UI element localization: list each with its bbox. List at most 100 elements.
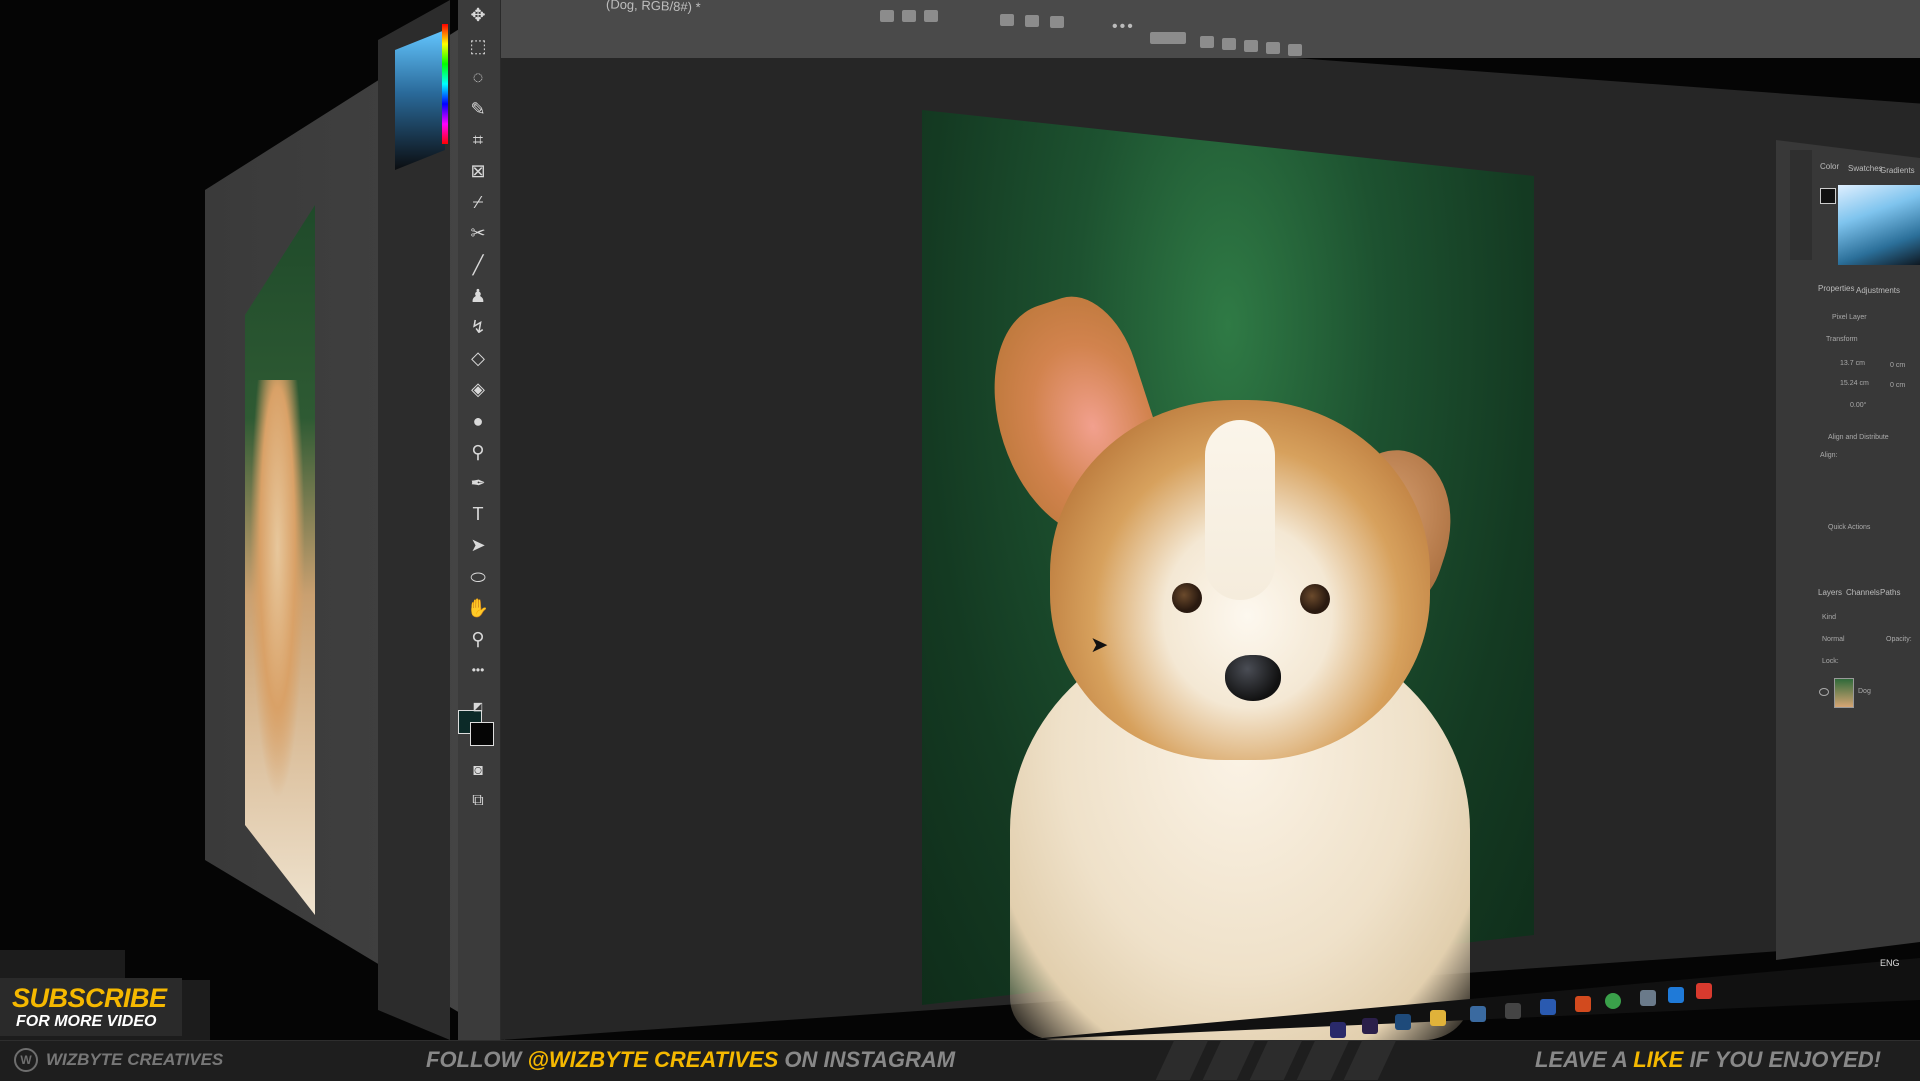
calculator-taskbar-icon[interactable]: [1470, 1006, 1486, 1022]
transform-w[interactable]: 13.7 cm: [1840, 360, 1865, 367]
3d-mode-label: [1150, 32, 1186, 44]
transform-x[interactable]: 0 cm: [1890, 362, 1905, 369]
screen-mode-icon[interactable]: ⧉: [462, 788, 494, 814]
transform-y[interactable]: 0 cm: [1890, 382, 1905, 389]
healing-tool-icon[interactable]: ✂: [462, 220, 494, 246]
quick-mask-icon[interactable]: ◙: [462, 758, 494, 784]
layers-filter[interactable]: Kind: [1822, 614, 1836, 621]
side-dog-preview: [250, 380, 305, 800]
like-suffix: IF YOU ENJOYED!: [1683, 1047, 1881, 1072]
hand-tool-icon[interactable]: ✋: [462, 595, 494, 621]
wizbyte-logo-icon: W: [14, 1048, 38, 1072]
panel-fg-swatch[interactable]: [1820, 188, 1836, 204]
lock-label: Lock:: [1822, 658, 1839, 665]
roll-3d-icon[interactable]: [1222, 38, 1236, 50]
pan-3d-icon[interactable]: [1244, 40, 1258, 52]
photoshop-taskbar-icon[interactable]: [1330, 1022, 1346, 1038]
crop-tool-icon[interactable]: ⌗: [462, 127, 494, 153]
type-tool-icon[interactable]: T: [462, 501, 494, 527]
firefox-taskbar-icon[interactable]: [1575, 996, 1591, 1012]
brush-tool-icon[interactable]: ╱: [462, 252, 494, 278]
layer-visibility-eye-icon[interactable]: [1819, 688, 1829, 696]
side-hue-slider[interactable]: [442, 24, 448, 144]
eraser-tool-icon[interactable]: ◇: [462, 345, 494, 371]
tab-color[interactable]: Color: [1820, 162, 1839, 171]
instagram-handle: @WIZBYTE CREATIVES: [527, 1047, 779, 1072]
pen-tool-icon[interactable]: ✒: [462, 470, 494, 496]
dog-white-blaze: [1205, 420, 1275, 600]
settings-taskbar-icon[interactable]: [1505, 1003, 1521, 1019]
tab-swatches[interactable]: Swatches: [1848, 164, 1883, 173]
layer-name[interactable]: Dog: [1858, 688, 1871, 695]
dog-right-eye: [1300, 584, 1330, 614]
paint-bucket-tool-icon[interactable]: ◈: [462, 376, 494, 402]
tab-paths[interactable]: Paths: [1880, 588, 1900, 597]
brand-name: WIZBYTE CREATIVES: [46, 1050, 224, 1069]
panel-icon-strip: [1790, 150, 1812, 260]
tab-gradients[interactable]: Gradients: [1880, 166, 1915, 175]
align-center-icon[interactable]: [902, 10, 916, 22]
align-distribute-label: Align and Distribute: [1828, 434, 1889, 441]
scale-3d-icon[interactable]: [1288, 44, 1302, 56]
layer-kind-label: Pixel Layer: [1832, 314, 1867, 321]
quick-actions-label: Quick Actions: [1828, 524, 1871, 531]
quick-selection-tool-icon[interactable]: ✎: [462, 96, 494, 122]
tab-adjustments[interactable]: Adjustments: [1856, 286, 1900, 295]
blur-tool-icon[interactable]: ●: [462, 408, 494, 434]
tab-layers[interactable]: Layers: [1818, 588, 1842, 597]
frame-tool-icon[interactable]: ⊠: [462, 158, 494, 184]
dog-nose: [1225, 655, 1281, 701]
orbit-3d-icon[interactable]: [1200, 36, 1214, 48]
notes-taskbar-icon[interactable]: [1640, 990, 1656, 1006]
file-explorer-taskbar-icon[interactable]: [1430, 1010, 1446, 1026]
tab-properties[interactable]: Properties: [1818, 284, 1854, 293]
move-cursor-icon: ➤: [1090, 632, 1109, 657]
eyedropper-tool-icon[interactable]: ⌿: [462, 189, 494, 215]
follow-instagram-text: FOLLOW @WIZBYTE CREATIVES ON INSTAGRAM: [426, 1047, 955, 1073]
like-prefix: LEAVE A: [1535, 1047, 1634, 1072]
marquee-tool-icon[interactable]: ⬚: [462, 33, 494, 59]
align-right-icon[interactable]: [924, 10, 938, 22]
like-word: LIKE: [1633, 1047, 1684, 1072]
zoom-tool-icon[interactable]: ⚲: [462, 626, 494, 652]
align-sub-label: Align:: [1820, 452, 1838, 459]
distribute-middle-icon[interactable]: [1025, 15, 1039, 27]
distribute-top-icon[interactable]: [1000, 14, 1014, 26]
lasso-tool-icon[interactable]: ◌: [462, 64, 494, 90]
word-taskbar-icon[interactable]: [1668, 987, 1684, 1003]
options-bar: [500, 0, 1920, 58]
transform-h[interactable]: 15.24 cm: [1840, 380, 1869, 387]
history-brush-tool-icon[interactable]: ↯: [462, 314, 494, 340]
taskbar-language[interactable]: ENG: [1880, 958, 1900, 968]
for-more-video-text: FOR MORE VIDEO: [16, 1013, 157, 1030]
default-colors-icon[interactable]: ◩: [462, 693, 494, 719]
edge-taskbar-icon[interactable]: [1395, 1014, 1411, 1030]
dodge-tool-icon[interactable]: ⚲: [462, 439, 494, 465]
shape-tool-icon[interactable]: ⬭: [462, 564, 494, 590]
distribute-bottom-icon[interactable]: [1050, 16, 1064, 28]
layer-thumbnail: [1834, 678, 1854, 708]
photoshop-screen-3d: (Dog, RGB/8#) * ••• ✥ ⬚ ◌ ✎ ⌗ ⊠ ⌿ ✂ ╱ ♟ ↯ ◇ ◈ ● ⚲ ✒ T ➤ ⬭ ✋…: [0, 0, 1920, 1040]
recorder-taskbar-icon[interactable]: [1696, 983, 1712, 999]
transform-angle[interactable]: 0.00°: [1850, 402, 1866, 409]
path-selection-tool-icon[interactable]: ➤: [462, 532, 494, 558]
blend-mode-select[interactable]: Normal: [1822, 636, 1845, 643]
slide-3d-icon[interactable]: [1266, 42, 1280, 54]
background-color-swatch[interactable]: [470, 722, 494, 746]
store-taskbar-icon[interactable]: [1540, 999, 1556, 1015]
align-left-icon[interactable]: [880, 10, 894, 22]
side-color-picker[interactable]: [395, 30, 445, 170]
leave-like-text: LEAVE A LIKE IF YOU ENJOYED!: [1535, 1047, 1881, 1073]
follow-prefix: FOLLOW: [426, 1047, 528, 1072]
color-field[interactable]: [1838, 185, 1920, 265]
chrome-taskbar-icon[interactable]: [1605, 993, 1621, 1009]
more-options-icon[interactable]: •••: [1112, 18, 1135, 36]
clone-stamp-tool-icon[interactable]: ♟: [462, 283, 494, 309]
tab-channels[interactable]: Channels: [1846, 588, 1880, 597]
transform-label: Transform: [1826, 336, 1858, 343]
after-effects-taskbar-icon[interactable]: [1362, 1018, 1378, 1034]
dog-left-eye: [1172, 583, 1202, 613]
follow-suffix: ON INSTAGRAM: [778, 1047, 956, 1072]
more-tools-icon[interactable]: •••: [462, 657, 494, 683]
move-tool-icon[interactable]: ✥: [462, 2, 494, 28]
